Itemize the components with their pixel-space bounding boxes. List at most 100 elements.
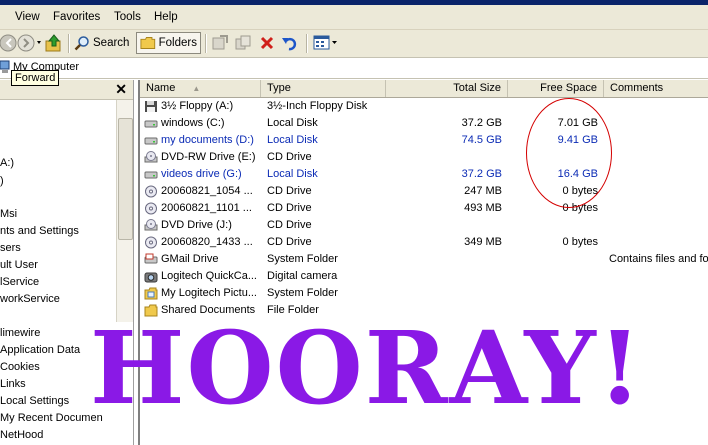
row-name: My Logitech Pictu... <box>144 285 258 302</box>
table-row[interactable]: Logitech QuickCa... Digital camera <box>140 268 708 285</box>
row-type: CD Drive <box>267 185 312 197</box>
row-name: windows (C:) <box>144 115 258 132</box>
undo-icon <box>282 37 297 51</box>
dvd-drive-icon <box>144 151 158 163</box>
table-row[interactable]: GMail Drive System Folder Contains files a… <box>140 251 708 268</box>
tree-item[interactable]: workService <box>0 292 60 306</box>
gmail-drive-icon <box>144 253 158 264</box>
row-free-space <box>508 217 598 234</box>
table-row[interactable]: videos drive (G:) Local Disk 37.2 GB 16.4 G… <box>140 166 708 183</box>
menu-favorites[interactable]: Favorites <box>53 11 100 23</box>
row-name-text: 20060821_1101 ... <box>161 202 252 214</box>
row-name-text: DVD Drive (J:) <box>161 219 232 231</box>
move-to-button[interactable] <box>211 32 229 54</box>
tree-item[interactable]: Links <box>0 377 26 391</box>
row-name-text: 20060820_1433 ... <box>161 236 253 248</box>
table-row[interactable]: My Logitech Pictu... System Folder <box>140 285 708 302</box>
row-type: Digital camera <box>267 270 338 282</box>
column-type[interactable]: Type <box>261 80 386 97</box>
computer-icon <box>0 60 10 73</box>
hard-drive-icon <box>144 137 158 145</box>
table-row[interactable]: DVD Drive (J:) CD Drive <box>140 217 708 234</box>
tree-item[interactable]: ult User <box>0 258 38 272</box>
row-name: videos drive (G:) <box>144 166 258 183</box>
tree-item[interactable]: Application Data <box>0 343 80 357</box>
table-row[interactable]: windows (C:) Local Disk 37.2 GB 7.01 GB <box>140 115 708 132</box>
row-type: CD Drive <box>267 236 312 248</box>
search-button[interactable]: Search <box>74 32 129 54</box>
forward-tooltip: Forward <box>11 70 60 86</box>
row-type: Local Disk <box>267 134 318 146</box>
column-total-size[interactable]: Total Size <box>386 80 508 97</box>
forward-button[interactable] <box>17 32 43 54</box>
row-name-text: my documents (D:) <box>161 134 254 146</box>
column-header-bar: Name ▲ Type Total Size Free Space Commen… <box>140 80 708 98</box>
row-comments <box>609 217 708 234</box>
row-name-text: videos drive (G:) <box>161 168 242 180</box>
dvd-drive-icon <box>144 219 158 231</box>
cd-icon <box>145 185 157 198</box>
column-free-space[interactable]: Free Space <box>508 80 604 97</box>
tree-item[interactable]: A:) <box>0 156 14 170</box>
left-pane-scrollbar[interactable] <box>116 100 133 322</box>
row-type: Local Disk <box>267 168 318 180</box>
undo-button[interactable] <box>281 32 299 54</box>
table-row[interactable]: 20060820_1433 ... CD Drive 349 MB 0 bytes <box>140 234 708 251</box>
tree-item[interactable]: My Recent Documen <box>0 411 103 425</box>
delete-button[interactable] <box>259 32 275 54</box>
row-free-space <box>508 251 598 268</box>
row-name: 3½ Floppy (A:) <box>144 98 258 115</box>
tree-item[interactable]: Local Settings <box>0 394 69 408</box>
row-type: System Folder <box>267 287 338 299</box>
table-row[interactable]: DVD-RW Drive (E:) CD Drive <box>140 149 708 166</box>
tree-item[interactable]: Msi <box>0 207 17 221</box>
hard-drive-icon <box>144 171 158 179</box>
row-comments: Contains files and fol <box>609 253 708 265</box>
column-name[interactable]: Name ▲ <box>140 80 261 97</box>
close-pane-icon[interactable]: ✕ <box>115 82 127 96</box>
row-total-size: 37.2 GB <box>461 168 502 180</box>
menu-tools[interactable]: Tools <box>114 11 141 23</box>
row-type: CD Drive <box>267 202 312 214</box>
table-row[interactable]: 3½ Floppy (A:) 3½-Inch Floppy Disk <box>140 98 708 115</box>
row-total-size <box>390 268 502 285</box>
row-free-space: 0 bytes <box>562 236 598 248</box>
tree-item[interactable]: ) <box>0 174 4 188</box>
views-button[interactable] <box>313 32 339 54</box>
folder-icon <box>140 37 156 49</box>
row-comments <box>609 166 708 183</box>
tree-item[interactable]: Cookies <box>0 360 40 374</box>
floppy-icon <box>145 101 157 112</box>
row-name: Logitech QuickCa... <box>144 268 258 285</box>
row-type: CD Drive <box>267 151 312 163</box>
move-to-icon <box>212 35 228 50</box>
tree-item[interactable]: sers <box>0 241 21 255</box>
row-name: my documents (D:) <box>144 132 258 149</box>
up-folder-button[interactable] <box>45 32 63 54</box>
table-row[interactable]: my documents (D:) Local Disk 74.5 GB 9.41 G… <box>140 132 708 149</box>
column-name-label: Name <box>146 82 176 94</box>
row-total-size <box>390 251 502 268</box>
row-type: CD Drive <box>267 219 312 231</box>
folders-button[interactable]: Folders <box>136 32 201 54</box>
table-row[interactable]: 20060821_1054 ... CD Drive 247 MB 0 bytes <box>140 183 708 200</box>
delete-x-icon <box>260 36 274 50</box>
address-bar: My Computer <box>0 58 708 79</box>
row-comments <box>609 115 708 132</box>
hooray-overlay-text: HOORAY! <box>90 309 644 427</box>
menu-view[interactable]: View <box>15 11 40 23</box>
table-row[interactable]: 20060821_1101 ... CD Drive 493 MB 0 bytes <box>140 200 708 217</box>
tree-item[interactable]: lService <box>0 275 39 289</box>
column-comments[interactable]: Comments <box>604 80 708 97</box>
row-comments <box>609 149 708 166</box>
tree-item[interactable]: limewire <box>0 326 40 340</box>
menu-help[interactable]: Help <box>154 11 178 23</box>
row-name-text: DVD-RW Drive (E:) <box>161 151 256 163</box>
scrollbar-thumb[interactable] <box>118 118 133 240</box>
copy-to-button[interactable] <box>234 32 252 54</box>
tree-item[interactable]: NetHood <box>0 428 43 442</box>
folders-label: Folders <box>158 37 197 49</box>
tree-item[interactable]: nts and Settings <box>0 224 79 238</box>
copy-to-icon <box>235 35 251 50</box>
toolbar-separator <box>68 34 70 53</box>
